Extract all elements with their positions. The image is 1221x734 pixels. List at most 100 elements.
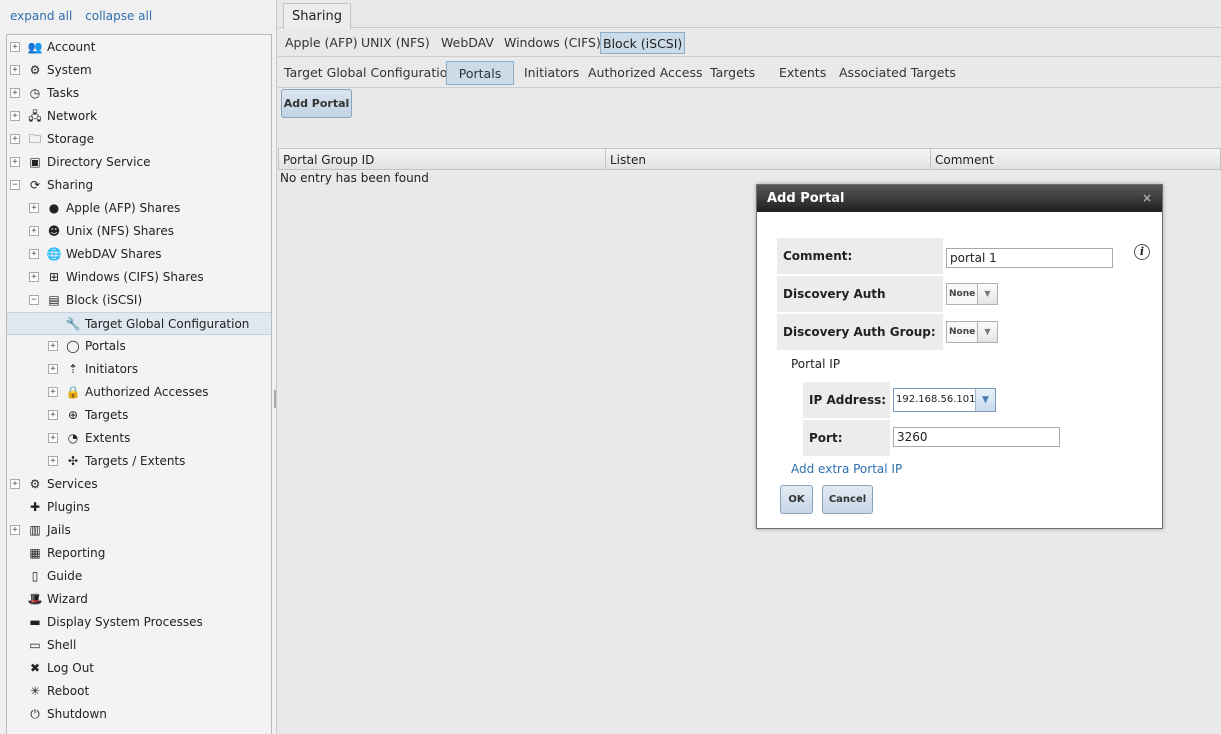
tree-item-label: Shutdown [47,707,107,721]
target-icon: ⊕ [67,408,79,422]
tree-item-account[interactable]: + 👥 Account [7,36,271,59]
jails-icon: ▥ [29,523,41,537]
expand-icon[interactable]: + [48,410,58,420]
tab-block-iscsi[interactable]: Block (iSCSI) [600,32,686,54]
tree-item-label: Windows (CIFS) Shares [66,270,204,284]
tab-sharing[interactable]: Sharing [283,3,351,29]
tree-item-display-system-processes[interactable]: ▬ Display System Processes [7,611,271,634]
comment-label: Comment: [777,238,943,274]
tree-item-extents[interactable]: + ◔ Extents [7,427,271,450]
port-field[interactable]: 3260 [893,427,1060,447]
navigation-panel: expand all collapse all + 👥 Account + ⚙ Syste… [0,0,277,734]
tab-portals[interactable]: Portals [446,61,514,85]
expand-icon[interactable]: + [48,341,58,351]
expand-icon[interactable]: + [10,157,20,167]
tree-item-directory-service[interactable]: + ▣ Directory Service [7,151,271,174]
expand-icon[interactable]: + [29,249,39,259]
collapse-icon[interactable]: − [29,295,39,305]
block-icon: ▤ [48,293,60,307]
expand-icon[interactable]: + [10,88,20,98]
tree-item-shutdown[interactable]: ⏻ Shutdown [7,703,271,726]
expand-icon[interactable]: + [29,272,39,282]
expand-icon[interactable]: + [29,226,39,236]
tab-target-global-configuration[interactable]: Target Global Configuration [284,61,455,85]
column-header[interactable]: Portal Group ID [279,149,605,170]
storage-icon: 🗀 [28,132,41,146]
tree-item-target-global-configuration[interactable]: 🔧 Target Global Configuration [7,312,271,335]
expand-icon[interactable]: + [10,134,20,144]
tree-item-label: Log Out [47,661,95,675]
panel-splitter-handle[interactable] [274,390,276,408]
tree-item-label: Target Global Configuration [85,317,250,331]
cancel-button[interactable]: Cancel [822,485,873,514]
tree-item-apple-afp-shares[interactable]: + ● Apple (AFP) Shares [7,197,271,220]
tree-item-label: Shell [47,638,77,652]
ok-button[interactable]: OK [780,485,813,514]
collapse-all-link[interactable]: collapse all [85,9,152,23]
collapse-icon[interactable]: − [10,180,20,190]
expand-icon[interactable]: + [10,479,20,489]
services-icon: ⚙ [29,477,41,491]
tree-item-jails[interactable]: + ▥ Jails [7,519,271,542]
tree-item-storage[interactable]: + 🗀 Storage [7,128,271,151]
tab-targets[interactable]: Targets [710,61,755,85]
expand-icon[interactable]: + [10,42,20,52]
tree-item-shell[interactable]: ▭ Shell [7,634,271,657]
expand-icon[interactable]: + [10,525,20,535]
tree-item-label: Network [47,109,98,123]
tree-item-portals[interactable]: + ◯ Portals [7,335,271,358]
tree-item-guide[interactable]: ▯ Guide [7,565,271,588]
tree-item-block-iscsi[interactable]: − ▤ Block (iSCSI) [7,289,271,312]
comment-field[interactable]: portal 1 [946,248,1113,268]
ip-address-select[interactable]: 192.168.56.101 ▼ [893,388,996,412]
expand-icon[interactable]: + [48,433,58,443]
iscsi-tabs: Target Global Configuration Portals Initia… [278,58,1221,88]
tree-item-wizard[interactable]: 🎩 Wizard [7,588,271,611]
tree-item-initiators[interactable]: + ⇡ Initiators [7,358,271,381]
tree-item-plugins[interactable]: ✚ Plugins [7,496,271,519]
portal-ip-heading: Portal IP [791,357,841,371]
tab-extents[interactable]: Extents [779,61,826,85]
tree-item-tasks[interactable]: + ◷ Tasks [7,82,271,105]
expand-icon[interactable]: + [48,456,58,466]
tree-item-reporting[interactable]: ▦ Reporting [7,542,271,565]
info-icon[interactable]: i [1134,244,1150,260]
tree-item-windows-cifs-shares[interactable]: + ⊞ Windows (CIFS) Shares [7,266,271,289]
tab-windows-cifs[interactable]: Windows (CIFS) [502,32,603,54]
auth-group-select[interactable]: None ▼ [946,321,998,343]
add-extra-portal-ip-link[interactable]: Add extra Portal IP [791,462,902,476]
tree-item-targets-extents[interactable]: + ✣ Targets / Extents [7,450,271,473]
tab-apple-afp[interactable]: Apple (AFP) [283,32,360,54]
tab-authorized-access[interactable]: Authorized Access [588,61,703,85]
tree-item-reboot[interactable]: ✳ Reboot [7,680,271,703]
tree-item-unix-nfs-shares[interactable]: + ☻ Unix (NFS) Shares [7,220,271,243]
navigation-tree: + 👥 Account + ⚙ System + ◷ Tasks + 🖧 Network + 🗀 Stora… [6,34,272,734]
tree-item-system[interactable]: + ⚙ System [7,59,271,82]
close-icon[interactable]: × [1142,185,1152,212]
expand-icon[interactable]: + [10,65,20,75]
tab-webdav[interactable]: WebDAV [439,32,496,54]
column-header[interactable]: Comment [930,149,1220,170]
auth-method-select[interactable]: None ▼ [946,283,998,305]
tree-item-log-out[interactable]: ✖ Log Out [7,657,271,680]
tab-associated-targets[interactable]: Associated Targets [839,61,956,85]
expand-icon[interactable]: + [29,203,39,213]
expand-icon[interactable]: + [48,364,58,374]
tree-item-sharing[interactable]: − ⟳ Sharing [7,174,271,197]
expand-icon[interactable]: + [48,387,58,397]
column-header[interactable]: Listen [605,149,930,170]
tree-item-targets[interactable]: + ⊕ Targets [7,404,271,427]
add-portal-button[interactable]: Add Portal [281,89,352,118]
tab-unix-nfs[interactable]: UNIX (NFS) [359,32,432,54]
expand-all-link[interactable]: expand all [10,9,72,23]
tab-initiators[interactable]: Initiators [524,61,579,85]
tree-item-label: Extents [85,431,131,445]
tree-item-services[interactable]: + ⚙ Services [7,473,271,496]
empty-message: No entry has been found [280,171,429,185]
tree-item-authorized-accesses[interactable]: + 🔒 Authorized Accesses [7,381,271,404]
tree-item-network[interactable]: + 🖧 Network [7,105,271,128]
tree-item-webdav-shares[interactable]: + 🌐 WebDAV Shares [7,243,271,266]
shell-icon: ▭ [29,638,41,652]
tree-item-label: Services [47,477,98,491]
expand-icon[interactable]: + [10,111,20,121]
